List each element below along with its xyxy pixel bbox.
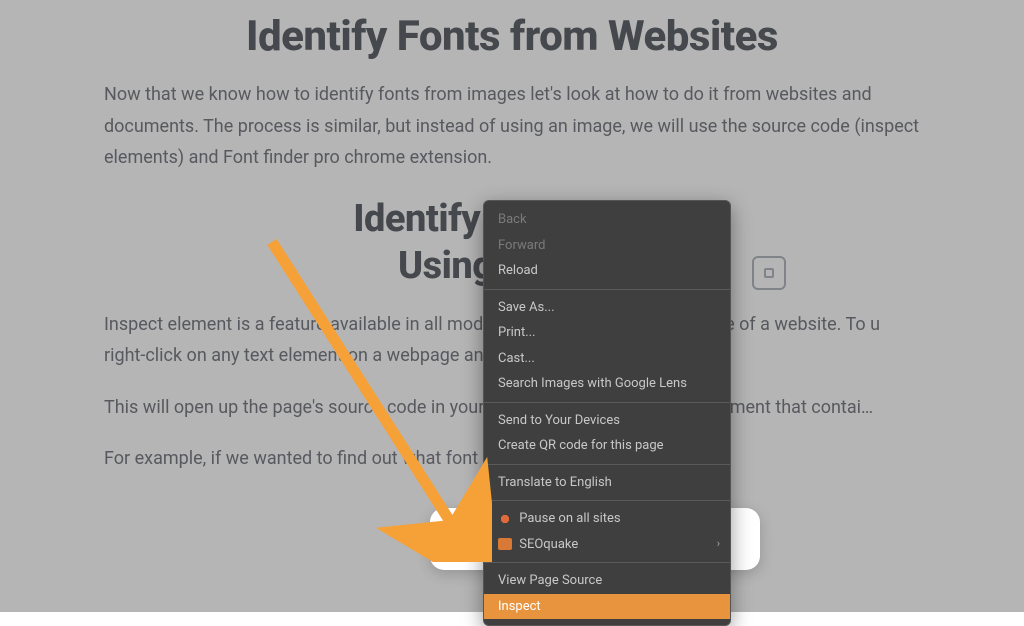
- menu-item-save-as[interactable]: Save As...: [484, 295, 730, 321]
- menu-item-search-lens[interactable]: Search Images with Google Lens: [484, 371, 730, 397]
- menu-item-pause-sites[interactable]: Pause on all sites: [484, 506, 730, 532]
- menu-separator: [484, 500, 730, 501]
- menu-item-send-devices[interactable]: Send to Your Devices: [484, 408, 730, 434]
- menu-item-cast[interactable]: Cast...: [484, 346, 730, 372]
- menu-separator: [484, 464, 730, 465]
- menu-item-reload[interactable]: Reload: [484, 258, 730, 284]
- menu-item-seoquake[interactable]: SEOquake ›: [484, 532, 730, 558]
- menu-item-seoquake-label: SEOquake: [519, 537, 578, 552]
- menu-separator: [484, 562, 730, 563]
- menu-item-print[interactable]: Print...: [484, 320, 730, 346]
- paragraph-1: Now that we know how to identify fonts f…: [104, 79, 920, 174]
- floating-widget-button[interactable]: [752, 256, 786, 290]
- browser-context-menu: Back Forward Reload Save As... Print... …: [483, 200, 731, 626]
- menu-item-translate[interactable]: Translate to English: [484, 470, 730, 496]
- menu-separator: [484, 402, 730, 403]
- menu-item-qr-code[interactable]: Create QR code for this page: [484, 433, 730, 459]
- menu-separator: [484, 289, 730, 290]
- menu-item-back[interactable]: Back: [484, 207, 730, 233]
- menu-item-view-source[interactable]: View Page Source: [484, 568, 730, 594]
- seoquake-icon: [498, 538, 512, 550]
- menu-item-forward[interactable]: Forward: [484, 233, 730, 259]
- menu-item-inspect[interactable]: Inspect: [484, 594, 730, 620]
- pause-extension-icon: [498, 513, 512, 525]
- section-heading-1: Identify Fonts from Websites: [104, 0, 920, 79]
- chevron-right-icon: ›: [717, 536, 720, 553]
- menu-item-pause-label: Pause on all sites: [519, 511, 620, 526]
- square-icon: [764, 268, 774, 278]
